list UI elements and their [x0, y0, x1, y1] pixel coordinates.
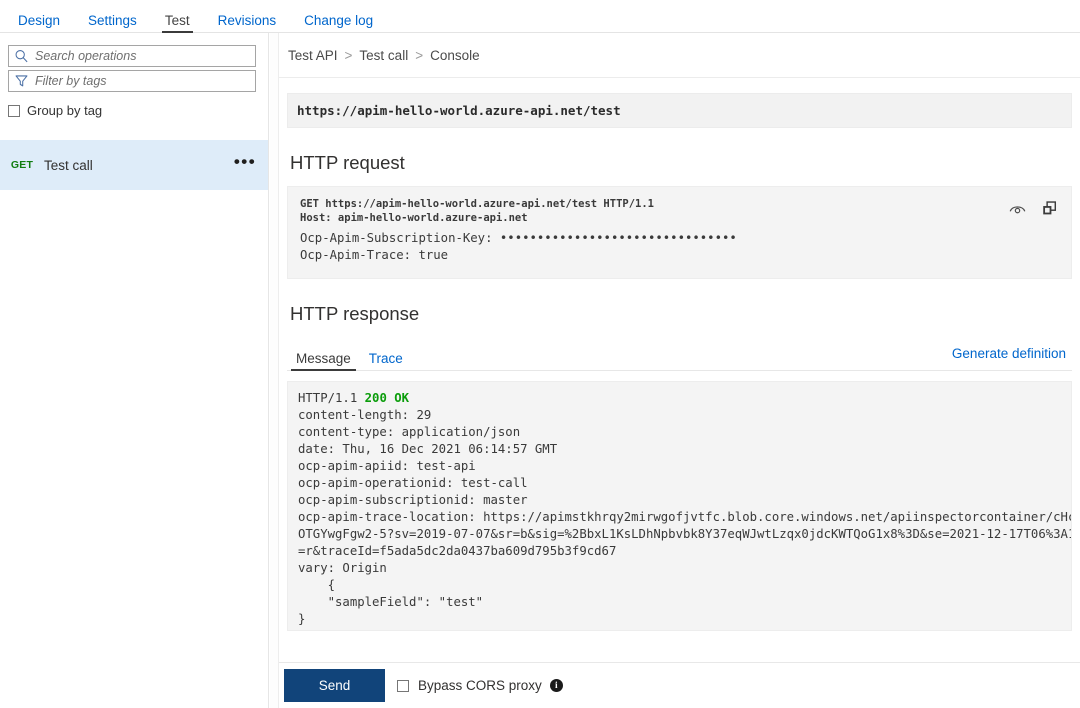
tab-test[interactable]: Test [151, 0, 204, 33]
bypass-cors-label: Bypass CORS proxy [418, 678, 542, 693]
operation-more-icon[interactable]: ••• [222, 153, 268, 173]
group-by-tag-checkbox[interactable]: Group by tag [8, 103, 268, 118]
operation-name-label: Test call [44, 157, 93, 173]
bypass-cors-box [397, 679, 409, 692]
breadcrumb-item-test-api[interactable]: Test API [288, 48, 338, 63]
http-response-body: HTTP/1.1 200 OK content-length: 29 conte… [287, 381, 1072, 631]
http-request-heading: HTTP request [290, 152, 405, 173]
request-line-trace: Ocp-Apim-Trace: true [300, 248, 449, 262]
eye-icon[interactable] [1008, 199, 1027, 218]
response-tab-message[interactable]: Message [287, 341, 360, 371]
breadcrumb-item-test-call[interactable]: Test call [359, 48, 408, 63]
breadcrumb-separator-icon: > [344, 47, 353, 63]
api-test-console-window: Design Settings Test Revisions Change lo… [0, 0, 1080, 708]
request-line-subscription-key: Ocp-Apim-Subscription-Key: •••••••••••••… [300, 231, 737, 245]
filter-by-tags-placeholder: Filter by tags [35, 74, 107, 88]
generate-definition-link[interactable]: Generate definition [952, 346, 1066, 361]
response-status-code: 200 OK [364, 391, 410, 405]
tab-settings[interactable]: Settings [74, 0, 151, 33]
sidebar-scrollbar[interactable] [270, 33, 279, 708]
api-tabbar-tabs: Design Settings Test Revisions Change lo… [0, 0, 1080, 33]
filter-icon [14, 74, 29, 89]
response-tabs: Message Trace Generate definition [287, 341, 1072, 371]
request-box-actions [1008, 199, 1059, 218]
filter-by-tags-input[interactable]: Filter by tags [8, 70, 256, 92]
search-operations-placeholder: Search operations [35, 49, 137, 63]
group-by-tag-box [8, 104, 20, 117]
api-tabbar: Design Settings Test Revisions Change lo… [0, 0, 1080, 33]
operation-list-item-test-call[interactable]: GET Test call ••• [0, 140, 268, 190]
http-response-heading: HTTP response [290, 303, 420, 324]
request-line-host: Host: apim-hello-world.azure-api.net [300, 212, 528, 224]
tab-change-log[interactable]: Change log [290, 0, 387, 33]
console-footer: Send Bypass CORS proxy i [279, 662, 1080, 708]
console-main-panel: Test API > Test call > Console https://a… [279, 33, 1080, 708]
info-icon[interactable]: i [549, 679, 563, 692]
tab-design[interactable]: Design [4, 0, 74, 33]
http-request-box: GET https://apim-hello-world.azure-api.n… [287, 186, 1072, 279]
bypass-cors-proxy-checkbox[interactable]: Bypass CORS proxy i [397, 678, 563, 693]
operations-sidebar: Search operations Filter by tags Group b… [0, 33, 269, 708]
copy-icon[interactable] [1040, 199, 1059, 218]
breadcrumb: Test API > Test call > Console [279, 33, 1080, 78]
response-headers-and-body: content-length: 29 content-type: applica… [298, 408, 1072, 626]
group-by-tag-label: Group by tag [27, 103, 103, 118]
breadcrumb-item-console[interactable]: Console [430, 48, 480, 63]
search-operations-input[interactable]: Search operations [8, 45, 256, 67]
response-tab-trace[interactable]: Trace [360, 341, 412, 371]
console-content: https://apim-hello-world.azure-api.net/t… [279, 93, 1080, 631]
operation-method-badge: GET [10, 159, 34, 171]
response-status-prefix: HTTP/1.1 [298, 391, 365, 405]
search-icon [14, 49, 29, 64]
breadcrumb-separator-icon: > [415, 47, 424, 63]
request-line-method: GET https://apim-hello-world.azure-api.n… [300, 198, 655, 210]
tab-revisions[interactable]: Revisions [204, 0, 291, 33]
send-button[interactable]: Send [284, 669, 385, 702]
request-url-box: https://apim-hello-world.azure-api.net/t… [287, 93, 1072, 128]
